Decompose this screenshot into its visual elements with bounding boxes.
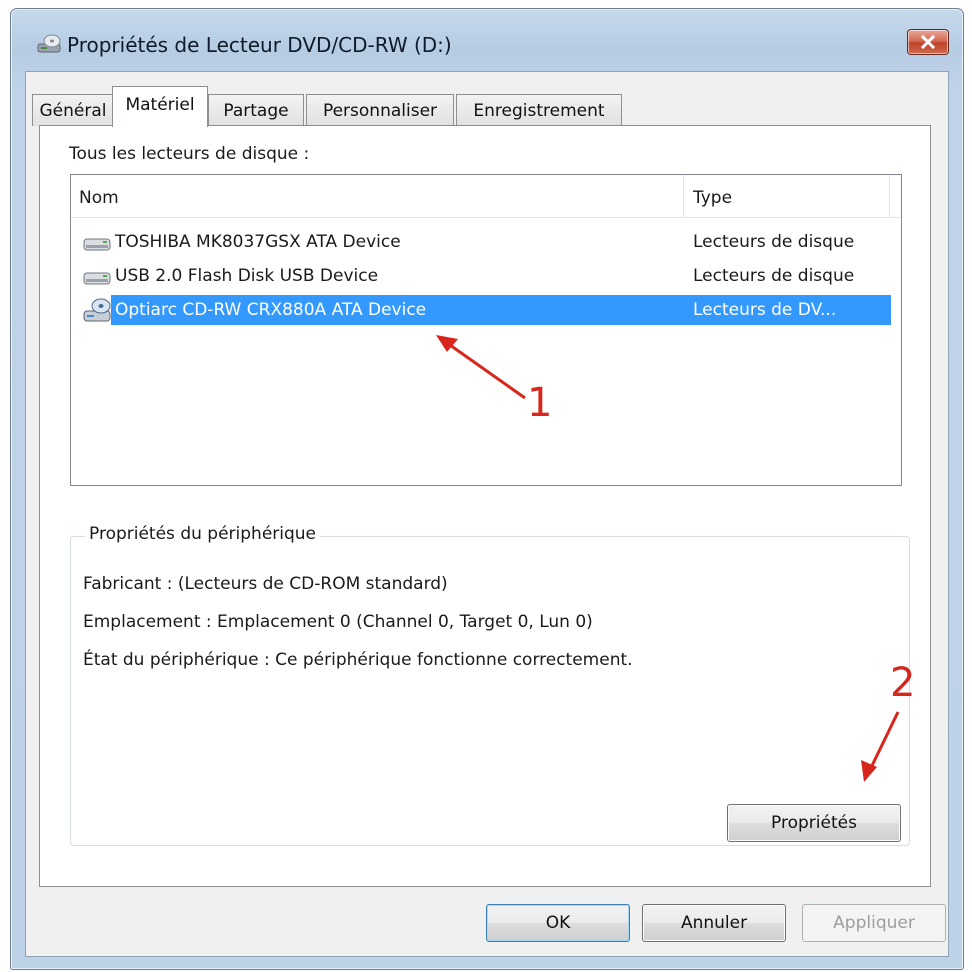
hard-drive-icon <box>83 238 111 251</box>
tab-general[interactable]: Général <box>32 94 114 126</box>
list-item[interactable]: USB 2.0 Flash Disk USB Device Lecteurs d… <box>75 261 891 291</box>
column-header-name[interactable]: Nom <box>71 175 689 217</box>
item-name: Optiarc CD-RW CRX880A ATA Device <box>115 300 427 320</box>
dvd-drive-icon <box>37 34 61 53</box>
close-button[interactable] <box>907 29 949 55</box>
tab-sharing[interactable]: Partage <box>208 94 304 126</box>
column-header-type[interactable]: Type <box>685 175 893 217</box>
manufacturer-text: Fabricant : (Lecteurs de CD-ROM standard… <box>83 574 448 594</box>
item-name: TOSHIBA MK8037GSX ATA Device <box>115 232 401 252</box>
dialog-client-area: Général Matériel Partage Personnaliser E… <box>25 71 949 957</box>
list-item-selected[interactable]: Optiarc CD-RW CRX880A ATA Device Lecteur… <box>75 295 891 325</box>
disk-list-caption: Tous les lecteurs de disque : <box>69 144 310 164</box>
tab-page-hardware: Tous les lecteurs de disque : Nom Type T… <box>39 125 931 887</box>
title-bar[interactable]: Propriétés de Lecteur DVD/CD-RW (D:) <box>11 9 963 71</box>
annotation-number-1: 1 <box>527 380 553 426</box>
column-divider[interactable] <box>683 175 684 217</box>
item-type: Lecteurs de disque <box>693 232 855 252</box>
disk-list[interactable]: Nom Type TOSHIBA MK8037GSX ATA Device Le… <box>70 174 902 486</box>
properties-dialog: Propriétés de Lecteur DVD/CD-RW (D:) Gén… <box>10 8 964 970</box>
list-header: Nom Type <box>71 175 901 218</box>
cancel-button[interactable]: Annuler <box>642 904 786 942</box>
optical-drive-icon <box>83 298 111 322</box>
item-type: Lecteurs de disque <box>693 266 855 286</box>
tab-recording[interactable]: Enregistrement <box>456 94 622 126</box>
item-name: USB 2.0 Flash Disk USB Device <box>115 266 379 286</box>
device-status-text: État du périphérique : Ce périphérique f… <box>83 650 633 670</box>
annotation-number-2: 2 <box>890 660 916 706</box>
hard-drive-icon <box>83 272 111 285</box>
tab-hardware[interactable]: Matériel <box>112 86 208 127</box>
device-properties-label: Propriétés du périphérique <box>85 524 321 544</box>
item-type: Lecteurs de DV... <box>693 300 837 320</box>
ok-button[interactable]: OK <box>486 904 630 942</box>
tab-customize[interactable]: Personnaliser <box>306 94 454 126</box>
location-text: Emplacement : Emplacement 0 (Channel 0, … <box>83 612 593 632</box>
device-properties-button[interactable]: Propriétés <box>727 804 901 842</box>
column-divider[interactable] <box>889 175 890 217</box>
close-icon <box>920 35 936 49</box>
apply-button[interactable]: Appliquer <box>802 904 946 942</box>
list-item[interactable]: TOSHIBA MK8037GSX ATA Device Lecteurs de… <box>75 227 891 257</box>
window-title: Propriétés de Lecteur DVD/CD-RW (D:) <box>67 33 452 57</box>
